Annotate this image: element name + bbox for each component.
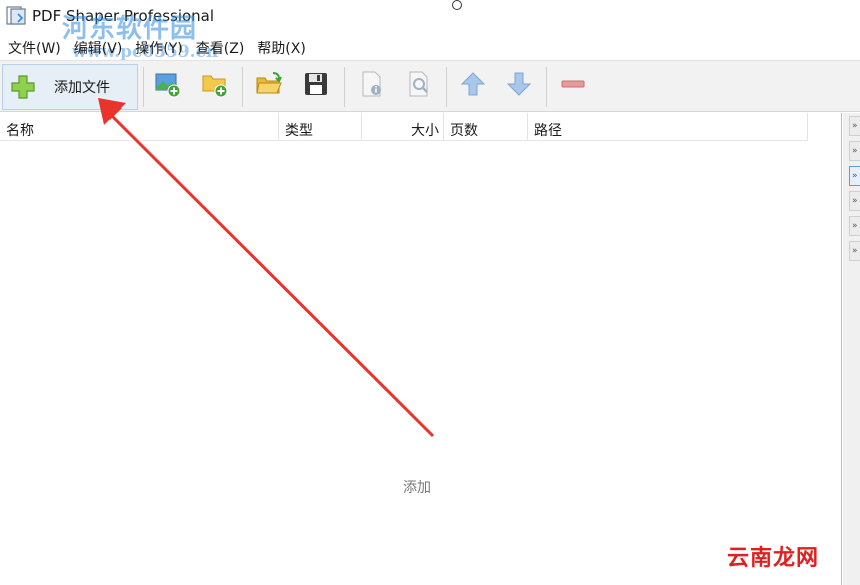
watermark-corner: 云南龙网 (727, 546, 820, 571)
app-logo-icon (6, 6, 26, 25)
move-down-icon[interactable] (505, 70, 533, 98)
menu-bar: 文件(W) 编辑(V) 操作(Y) 查看(Z) 帮助(X) (0, 36, 860, 58)
add-file-label: 添加文件 (54, 80, 110, 96)
file-list[interactable]: 名称 类型 大小 页数 路径 添加 (0, 113, 842, 585)
document-info-icon[interactable] (358, 70, 386, 98)
side-panel-toggle-4[interactable]: » (849, 191, 860, 211)
move-up-icon[interactable] (459, 70, 487, 98)
toolbar: 添加文件 (0, 60, 860, 112)
menu-view[interactable]: 查看(Z) (196, 36, 245, 58)
remove-icon[interactable] (559, 70, 587, 98)
side-panel-toggle-1[interactable]: » (849, 116, 860, 136)
column-header-path[interactable]: 路径 (528, 113, 808, 141)
menu-operations[interactable]: 操作(Y) (135, 36, 182, 58)
column-header-size[interactable]: 大小 (362, 113, 444, 141)
toolbar-separator (546, 67, 547, 107)
menu-file[interactable]: 文件(W) (8, 36, 61, 58)
toolbar-separator (344, 67, 345, 107)
side-panel-toggle-2[interactable]: » (849, 141, 860, 161)
side-panel-toggle-6[interactable]: » (849, 241, 860, 261)
cursor-circle-icon (452, 0, 462, 10)
menu-help[interactable]: 帮助(X) (257, 36, 306, 58)
menu-edit[interactable]: 编辑(V) (74, 36, 123, 58)
side-panel-toggle-3[interactable]: » (849, 166, 860, 186)
column-header-name[interactable]: 名称 (0, 113, 279, 141)
side-panel-toggle-5[interactable]: » (849, 216, 860, 236)
toolbar-separator (242, 67, 243, 107)
plus-icon (11, 75, 35, 99)
add-image-icon[interactable] (154, 70, 182, 98)
toolbar-separator (446, 67, 447, 107)
column-header-type[interactable]: 类型 (279, 113, 362, 141)
toolbar-separator (143, 67, 144, 107)
side-panel: » » » » » » (843, 113, 860, 585)
column-headers: 名称 类型 大小 页数 路径 (0, 113, 808, 141)
add-folder-icon[interactable] (201, 70, 229, 98)
app-window: PDF Shaper Professional 河东软件园 www.pc0359… (0, 0, 860, 585)
empty-list-hint: 添加 (403, 480, 431, 496)
add-file-button[interactable]: 添加文件 (2, 64, 138, 110)
document-search-icon[interactable] (405, 70, 433, 98)
open-folder-icon[interactable] (255, 70, 283, 98)
column-header-pages[interactable]: 页数 (444, 113, 528, 141)
save-icon[interactable] (302, 70, 330, 98)
